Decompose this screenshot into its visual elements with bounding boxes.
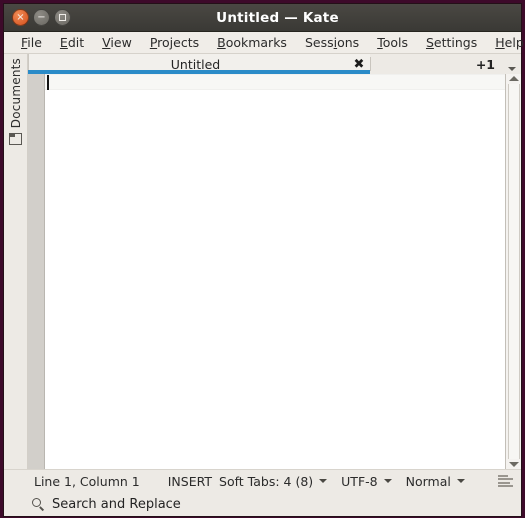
menu-settings-mnemonic: S	[425, 35, 434, 50]
menu-projects[interactable]: Projects	[141, 33, 208, 52]
menu-help-mnemonic: H	[495, 35, 505, 50]
tabbar-more-button[interactable]	[508, 54, 516, 74]
menu-view-label: iew	[110, 35, 132, 50]
tab-settings-status[interactable]: Soft Tabs: 4 (8)	[219, 474, 313, 489]
window-titlebar[interactable]: × − Untitled — Kate	[4, 4, 521, 32]
chevron-down-icon	[508, 67, 516, 71]
menu-tools-label: ools	[382, 35, 408, 50]
menu-projects-label: rojects	[157, 35, 200, 50]
menu-settings-label: ettings	[433, 35, 478, 50]
search-icon	[32, 497, 45, 511]
kate-window: × − Untitled — Kate File Edit View Proje…	[4, 4, 524, 516]
window-title: Untitled — Kate	[216, 10, 339, 26]
menu-tools[interactable]: Tools	[368, 33, 417, 52]
menu-sessions-label: ons	[337, 35, 360, 50]
menu-bookmarks-label: ookmarks	[225, 35, 287, 50]
encoding-status[interactable]: UTF-8	[341, 474, 377, 489]
menu-help[interactable]: Help	[486, 33, 525, 52]
text-lines-icon[interactable]	[498, 475, 513, 487]
input-mode-status[interactable]: INSERT	[168, 474, 212, 489]
text-editor[interactable]	[45, 74, 505, 469]
dock-tab-documents[interactable]: Documents	[9, 58, 23, 128]
editor-column: Untitled ✖ +1	[28, 54, 521, 469]
menu-edit-mnemonic: E	[59, 35, 68, 50]
statusbar: Line 1, Column 1 INSERT Soft Tabs: 4 (8)…	[4, 469, 521, 492]
menu-edit[interactable]: Edit	[51, 33, 93, 52]
tab-settings-chevron-down-icon[interactable]	[319, 479, 328, 483]
folder-icon	[9, 133, 22, 146]
editor-area	[28, 74, 521, 469]
highlight-mode-status[interactable]: Normal	[406, 474, 451, 489]
cursor-position: Line 1, Column 1	[34, 473, 140, 489]
menu-help-label: elp	[504, 35, 524, 50]
search-and-replace-label: Search and Replace	[52, 496, 181, 512]
menu-view[interactable]: View	[93, 33, 141, 52]
menu-settings[interactable]: Settings	[417, 33, 486, 52]
vertical-scrollbar[interactable]	[505, 74, 521, 469]
desktop-background: × − Untitled — Kate File Edit View Proje…	[0, 0, 525, 518]
window-body: Documents Untitled ✖ +1	[4, 54, 521, 469]
menu-sessions[interactable]: Sessions	[296, 33, 368, 52]
arrow-down-icon[interactable]	[508, 462, 519, 467]
text-caret	[47, 75, 49, 90]
left-dock: Documents	[4, 54, 28, 469]
editor-icon-border[interactable]	[28, 74, 45, 469]
menu-bookmarks[interactable]: Bookmarks	[208, 33, 296, 52]
menubar: File Edit View Projects Bookmarks Sessio…	[4, 32, 524, 54]
search-and-replace-bar[interactable]: Search and Replace	[4, 492, 521, 516]
menu-file-label: ile	[27, 35, 42, 50]
tabbar-overflow-count[interactable]: +1	[371, 54, 521, 74]
menu-bookmarks-mnemonic: B	[217, 35, 226, 50]
scrollbar-track[interactable]	[507, 84, 520, 459]
highlight-mode-chevron-down-icon[interactable]	[456, 479, 465, 483]
arrow-up-icon[interactable]	[508, 76, 519, 81]
document-tabbar: Untitled ✖ +1	[28, 54, 521, 74]
encoding-chevron-down-icon[interactable]	[383, 479, 392, 483]
menu-sessions-prefix: Sess	[304, 35, 334, 50]
current-line-highlight	[45, 74, 505, 90]
menu-edit-label: dit	[67, 35, 85, 50]
menu-file[interactable]: File	[12, 33, 51, 52]
